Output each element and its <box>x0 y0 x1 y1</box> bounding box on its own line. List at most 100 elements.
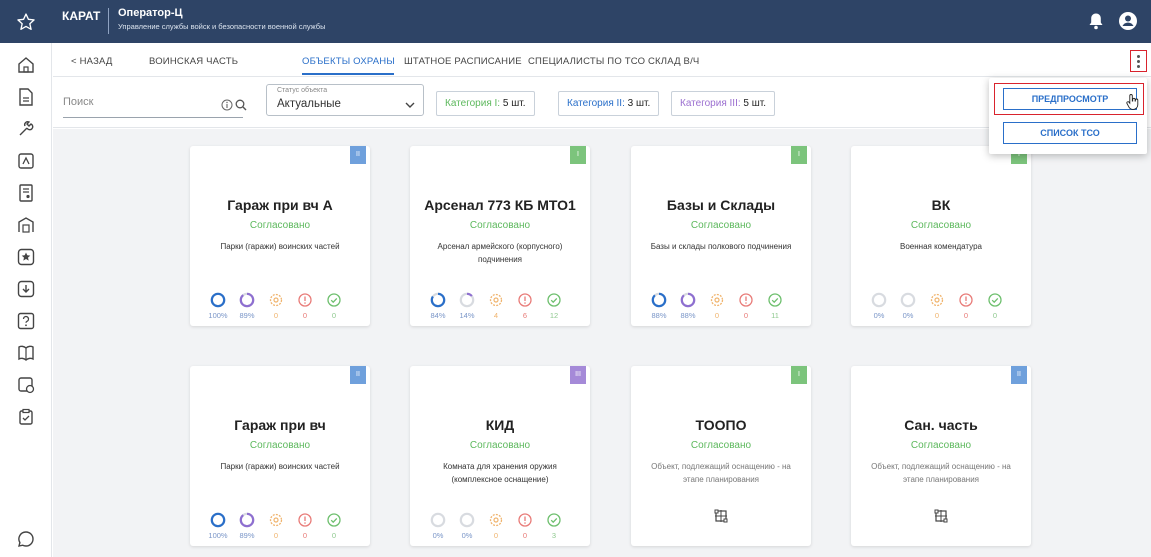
category-badge: III <box>570 366 586 384</box>
object-card[interactable]: II Гараж при вч Согласовано Парки (гаражи) … <box>190 366 370 546</box>
stat-issues-count: 0 <box>735 292 757 320</box>
object-card[interactable]: I Арсенал 773 КБ МТО1 Согласовано Арсенал а… <box>410 146 590 326</box>
in-progress-count-icon <box>265 292 287 308</box>
card-title: Сан. часть <box>904 417 978 433</box>
download-box-icon[interactable] <box>16 279 36 299</box>
stat-done-count: 0 <box>323 292 345 320</box>
wrench-icon[interactable] <box>16 119 36 139</box>
done-count-icon <box>764 292 786 308</box>
clipboard-icon[interactable] <box>16 407 36 427</box>
done-count-icon <box>984 292 1006 308</box>
status-select-value: Актуальные <box>277 98 341 110</box>
stat-value: 0 <box>934 311 940 320</box>
card-status: Согласовано <box>910 220 972 231</box>
ready-percent-icon <box>236 292 258 308</box>
stat-ready-percent: 88% <box>677 292 699 320</box>
card-title: ВК <box>931 197 951 213</box>
issues-count-icon <box>294 292 316 308</box>
stat-value: 0% <box>873 311 885 320</box>
in-progress-count-icon <box>926 292 948 308</box>
stat-in-progress-count: 0 <box>265 292 287 320</box>
equipped-percent-icon <box>207 512 229 528</box>
issues-count-icon <box>294 512 316 528</box>
ready-percent-icon <box>236 512 258 528</box>
in-progress-count-icon <box>485 512 507 528</box>
hand-cursor-icon <box>1126 93 1140 115</box>
stat-value: 84% <box>430 311 446 320</box>
category-badge: II <box>350 366 366 384</box>
category-2-chip[interactable]: Категория II: 3 шт. <box>558 91 660 116</box>
stat-in-progress-count: 0 <box>485 512 507 540</box>
stat-value: 4 <box>493 311 499 320</box>
category-3-chip[interactable]: Категория III: 5 шт. <box>671 91 776 116</box>
preview-button[interactable]: ПРЕДПРОСМОТР <box>1003 88 1137 110</box>
object-card[interactable]: III КИД Согласовано Комната для хранения ор… <box>410 366 590 546</box>
stat-issues-count: 0 <box>955 292 977 320</box>
in-progress-count-icon <box>485 292 507 308</box>
stat-value: 0 <box>331 531 337 540</box>
stat-value: 0% <box>461 531 473 540</box>
object-card[interactable]: II Сан. часть Согласовано Объект, подлежащи… <box>851 366 1031 546</box>
star-badge-icon[interactable] <box>16 247 36 267</box>
search-icon[interactable] <box>235 98 247 116</box>
document-icon[interactable] <box>16 87 36 107</box>
card-description: Объект, подлежащий оснащению - на этапе … <box>651 462 791 484</box>
in-progress-count-icon <box>706 292 728 308</box>
category-1-chip[interactable]: Категория I: 5 шт. <box>436 91 535 116</box>
stat-value: 89% <box>239 311 255 320</box>
card-description: Парки (гаражи) воинских частей <box>220 462 340 471</box>
tab-military-unit[interactable]: ВОИНСКАЯ ЧАСТЬ <box>149 56 238 67</box>
stat-value: 100% <box>208 531 228 540</box>
card-description: Военная комендатура <box>900 242 982 251</box>
personnel-doc-icon[interactable] <box>16 183 36 203</box>
stat-equipped-percent: 88% <box>648 292 670 320</box>
card-title: Гараж при вч А <box>227 197 333 213</box>
stat-in-progress-count: 0 <box>706 292 728 320</box>
stat-value: 0 <box>273 311 279 320</box>
chat-icon[interactable] <box>16 529 36 549</box>
card-description: Комната для хранения оружия (комплексное… <box>443 462 557 484</box>
stat-done-count: 11 <box>764 292 786 320</box>
stat-value: 88% <box>680 311 696 320</box>
info-icon[interactable] <box>221 98 233 116</box>
tab-unit-warehouse[interactable]: СКЛАД В/Ч <box>648 56 699 67</box>
tool-box-icon[interactable] <box>16 151 36 171</box>
help-icon[interactable] <box>16 311 36 331</box>
more-menu-icon[interactable] <box>1130 50 1147 72</box>
card-status: Согласовано <box>469 220 531 231</box>
category-badge: I <box>791 366 807 384</box>
object-card[interactable]: I Базы и Склады Согласовано Базы и склады п… <box>631 146 811 326</box>
tso-list-button[interactable]: СПИСОК ТСО <box>1003 122 1137 144</box>
search-input[interactable] <box>63 96 203 108</box>
stat-value: 0 <box>743 311 749 320</box>
done-count-icon <box>543 512 565 528</box>
stat-value: 0 <box>522 531 528 540</box>
objects-grid: II Гараж при вч А Согласовано Парки (гаражи… <box>53 129 1151 557</box>
brand-name: КАРАТ <box>62 9 101 23</box>
back-link[interactable]: < НАЗАД <box>71 56 113 67</box>
status-select-label: Статус объекта <box>277 87 328 94</box>
card-status: Согласовано <box>690 220 752 231</box>
stat-issues-count: 0 <box>294 512 316 540</box>
category-2-label: Категория II: <box>567 98 625 109</box>
object-card[interactable]: I ТООПО Согласовано Объект, подлежащий осна… <box>631 366 811 546</box>
stat-ready-percent: 0% <box>897 292 919 320</box>
object-card[interactable]: I ВК Согласовано Военная комендатура 0% 0% 0 0 0 <box>851 146 1031 326</box>
tab-protected-objects[interactable]: ОБЪЕКТЫ ОХРАНЫ <box>302 56 395 67</box>
status-select[interactable]: Статус объекта Актуальные <box>266 84 424 116</box>
tab-staff-schedule[interactable]: ШТАТНОЕ РАСПИСАНИЕ <box>404 56 522 67</box>
calendar-check-icon[interactable] <box>16 375 36 395</box>
stat-value: 0% <box>902 311 914 320</box>
home-icon[interactable] <box>16 55 36 75</box>
card-stats: 100% 89% 0 0 0 <box>207 292 357 320</box>
building-icon[interactable] <box>16 215 36 235</box>
category-1-label: Категория I: <box>445 98 501 109</box>
user-account-icon[interactable] <box>1118 11 1138 36</box>
bell-icon[interactable] <box>1088 12 1104 35</box>
card-status: Согласовано <box>910 440 972 451</box>
tab-tso-specialists[interactable]: СПЕЦИАЛИСТЫ ПО ТСО <box>528 56 645 67</box>
book-icon[interactable] <box>16 343 36 363</box>
object-card[interactable]: II Гараж при вч А Согласовано Парки (гаражи… <box>190 146 370 326</box>
stat-ready-percent: 0% <box>456 512 478 540</box>
star-icon[interactable] <box>0 0 52 43</box>
